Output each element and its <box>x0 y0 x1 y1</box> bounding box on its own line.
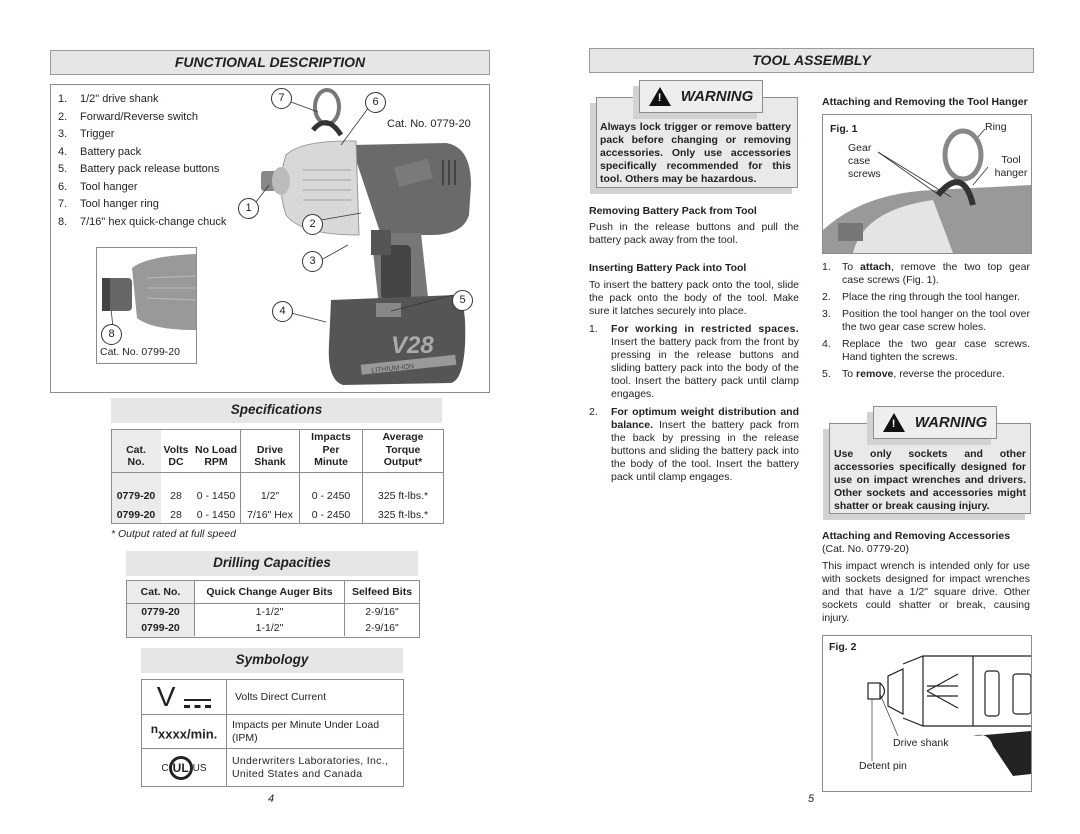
fig-2-label: Fig. 2 <box>829 641 857 653</box>
accessories-subheading: (Cat. No. 0779-20) <box>822 543 909 555</box>
callout-8: 8 <box>101 324 122 345</box>
inserting-battery-text: To insert the battery pack onto the tool… <box>589 279 799 317</box>
inset-figure: 8 Cat. No. 0799-20 <box>96 247 197 364</box>
symbology-title: Symbology <box>235 652 309 667</box>
volts-dc-symbol: V <box>156 681 176 712</box>
fig-1-ring-label: Ring <box>985 121 1007 133</box>
tool-hanger-illustration <box>823 128 1031 253</box>
tool-assembly-title: TOOL ASSEMBLY <box>752 52 871 68</box>
drilling-capacities-table: Cat. No. Quick Change Auger Bits Selfeed B… <box>127 581 419 636</box>
spec-row: 0779-20 28 0 - 1450 1/2" 0 - 2450 325 ft… <box>112 486 443 505</box>
functional-description-header: FUNCTIONAL DESCRIPTION <box>50 50 490 75</box>
symbology-row: C UL US Underwriters Laboratories, Inc., U… <box>141 748 404 787</box>
specifications-table: Cat. No. Volts DC No Load RPM Drive Shank Im… <box>112 430 443 524</box>
callout-7: 7 <box>271 88 292 109</box>
page-number-right: 5 <box>808 793 815 805</box>
callout-5: 5 <box>452 290 473 311</box>
symbology-row: nxxxx/min. Impacts per Minute Under Load… <box>141 714 404 749</box>
hanger-step: 5. To remove, reverse the procedure. <box>822 368 1005 380</box>
drilling-capacities-table-box: Cat. No. Quick Change Auger Bits Selfeed B… <box>126 580 420 638</box>
callout-6: 6 <box>365 92 386 113</box>
removing-battery-heading: Removing Battery Pack from Tool <box>589 205 757 217</box>
specifications-footnote: * Output rated at full speed <box>111 528 236 540</box>
functional-description-figure-box: 1. 1/2" drive shank 2. Forward/Reverse swi… <box>50 84 490 393</box>
warning-title-1: ! WARNING <box>639 80 763 113</box>
callout-2: 2 <box>302 214 323 235</box>
direct-current-icon <box>184 698 212 708</box>
inserting-step: 1. For working in restricted spaces. Ins… <box>589 323 799 400</box>
hanger-step: 4. Replace the two gear case screws. Hand… <box>822 338 1030 363</box>
removing-battery-text: Push in the release buttons and pull the… <box>589 221 799 246</box>
specifications-title: Specifications <box>230 402 323 417</box>
fig-2: Fig. 2 Drive shank Detent pin <box>822 635 1032 792</box>
functional-description-title: FUNCTIONAL DESCRIPTION <box>174 54 366 70</box>
symbology-table: V Volts Direct Current nxxxx/min. Impact… <box>141 679 404 787</box>
inset-figure-cat-no: Cat. No. 0799-20 <box>100 346 180 358</box>
specifications-table-box: Cat. No. Volts DC No Load RPM Drive Shank Im… <box>111 429 444 524</box>
tool-hanger-steps: 1. To attach, remove the two top gear cas… <box>822 261 1030 381</box>
hanger-step: 3. Position the tool hanger on the tool o… <box>822 308 1030 333</box>
spec-header-torque: Average Torque Output* <box>382 431 424 468</box>
inserting-battery-steps: 1. For working in restricted spaces. Ins… <box>589 323 799 484</box>
drilling-row: 0779-20 1-1/2" 2-9/16" <box>127 603 419 620</box>
spec-header-volts: Volts DC <box>163 443 189 469</box>
spec-row: 0799-20 28 0 - 1450 7/16" Hex 0 - 2450 3… <box>112 505 443 524</box>
spec-header-rpm: No Load RPM <box>192 430 241 472</box>
warning-title-2: ! WARNING <box>873 406 997 439</box>
warning-triangle-icon: ! <box>882 413 905 432</box>
hanger-step: 2. Place the ring through the tool hanger… <box>822 291 1021 303</box>
fig-1: Fig. 1 Ring Gear case screws Tool hanger <box>822 114 1032 254</box>
drive-shank-illustration <box>867 655 1031 776</box>
inserting-battery-heading: Inserting Battery Pack into Tool <box>589 262 747 274</box>
symbology-row: V Volts Direct Current <box>141 679 404 715</box>
drilling-capacities-title: Drilling Capacities <box>213 555 331 570</box>
tool-hanger-heading: Attaching and Removing the Tool Hanger <box>822 96 1028 108</box>
spec-header-impacts: Impacts Per Minute <box>299 430 363 472</box>
spec-header-shank: Drive Shank <box>240 430 300 472</box>
inserting-step: 2. For optimum weight distribution and b… <box>589 406 799 483</box>
ul-listing-icon: C UL US <box>141 748 227 787</box>
ipm-symbol: nxxxx/min. <box>141 714 227 749</box>
warning-text-1: Always lock trigger or remove battery pa… <box>600 121 791 185</box>
fig-1-gear-label: Gear case screws <box>848 142 881 180</box>
spec-header-cat: Cat. No. <box>126 443 146 469</box>
fig-1-label: Fig. 1 <box>830 123 858 135</box>
drilling-capacities-header: Drilling Capacities <box>126 551 418 576</box>
tool-assembly-header: TOOL ASSEMBLY <box>589 48 1034 73</box>
hanger-step: 1. To attach, remove the two top gear cas… <box>822 261 1030 286</box>
warning-triangle-icon: ! <box>648 87 671 106</box>
callout-4: 4 <box>272 301 293 322</box>
fig-2-detent-pin-label: Detent pin <box>859 760 907 772</box>
page-number-left: 4 <box>268 793 275 805</box>
accessories-text: This impact wrench is intended only for … <box>822 560 1030 624</box>
specifications-header: Specifications <box>111 398 442 423</box>
fig-1-hanger-label: Tool hanger <box>994 154 1028 179</box>
warning-text-2: Use only sockets and other accessories s… <box>834 448 1026 512</box>
accessories-heading: Attaching and Removing Accessories <box>822 530 1011 542</box>
drilling-row: 0799-20 1-1/2" 2-9/16" <box>127 620 419 636</box>
fig-2-drive-shank-label: Drive shank <box>893 737 949 749</box>
symbology-header: Symbology <box>141 648 403 673</box>
callout-3: 3 <box>302 251 323 272</box>
callout-1: 1 <box>238 198 259 219</box>
